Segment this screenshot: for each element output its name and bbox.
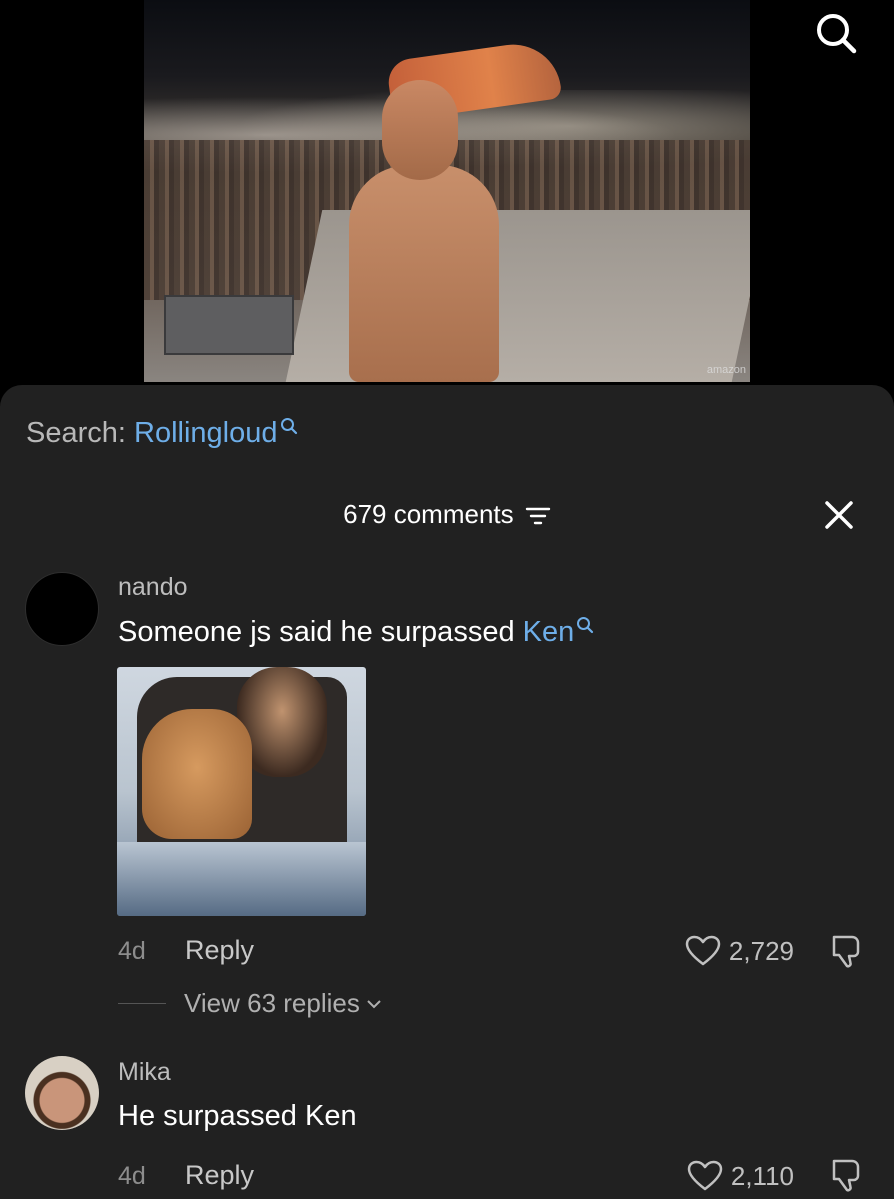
comment-username[interactable]: nando (118, 573, 188, 602)
close-icon[interactable] (824, 500, 854, 530)
comment-age: 4d (118, 937, 146, 965)
comment-image-attachment[interactable] (117, 667, 366, 916)
search-keyword[interactable]: Rollingloud (134, 417, 278, 449)
car-door (117, 842, 366, 916)
comment-age: 4d (118, 1162, 146, 1190)
like-count: 2,729 (728, 935, 794, 966)
video-area: amazon (0, 0, 894, 400)
search-icon (577, 617, 594, 634)
view-replies-button[interactable]: View 63 replies (118, 988, 382, 1019)
like-button[interactable]: 2,729 (685, 935, 794, 967)
comments-header[interactable]: 679 comments (0, 499, 894, 530)
video-watermark: amazon (706, 364, 746, 376)
avatar[interactable] (25, 1056, 99, 1130)
search-icon[interactable] (812, 10, 860, 58)
performer-body (349, 165, 499, 382)
performer-head (382, 80, 458, 180)
search-icon (280, 418, 297, 435)
dislike-icon[interactable] (828, 933, 864, 969)
reply-button[interactable]: Reply (185, 935, 254, 966)
search-prefix: Search: (26, 417, 134, 449)
stage-speaker (164, 295, 294, 355)
video-player[interactable]: amazon (144, 0, 750, 382)
reply-button[interactable]: Reply (185, 1160, 254, 1191)
view-replies-label: View 63 replies (184, 988, 360, 1018)
comment-text: Someone js said he surpassed Ken (118, 616, 594, 649)
filter-icon[interactable] (525, 505, 551, 527)
heart-icon (685, 935, 721, 966)
comment-username[interactable]: Mika (118, 1058, 171, 1087)
comments-count: 679 comments (343, 499, 514, 529)
dislike-icon[interactable] (828, 1157, 864, 1193)
comment-text-plain: Someone js said he surpassed (118, 616, 523, 648)
replies-divider (118, 1003, 166, 1004)
comment-text: He surpassed Ken (118, 1100, 357, 1132)
comments-sheet: Search: Rollingloud 679 comments nando S… (0, 385, 894, 1199)
search-suggestion[interactable]: Search: Rollingloud (26, 417, 298, 450)
comment-keyword-link[interactable]: Ken (523, 616, 575, 648)
like-button[interactable]: 2,110 (687, 1160, 794, 1192)
heart-icon (687, 1160, 723, 1191)
avatar[interactable] (25, 572, 99, 646)
chevron-down-icon (367, 999, 381, 1008)
dog (142, 709, 252, 839)
like-count: 2,110 (730, 1160, 794, 1191)
